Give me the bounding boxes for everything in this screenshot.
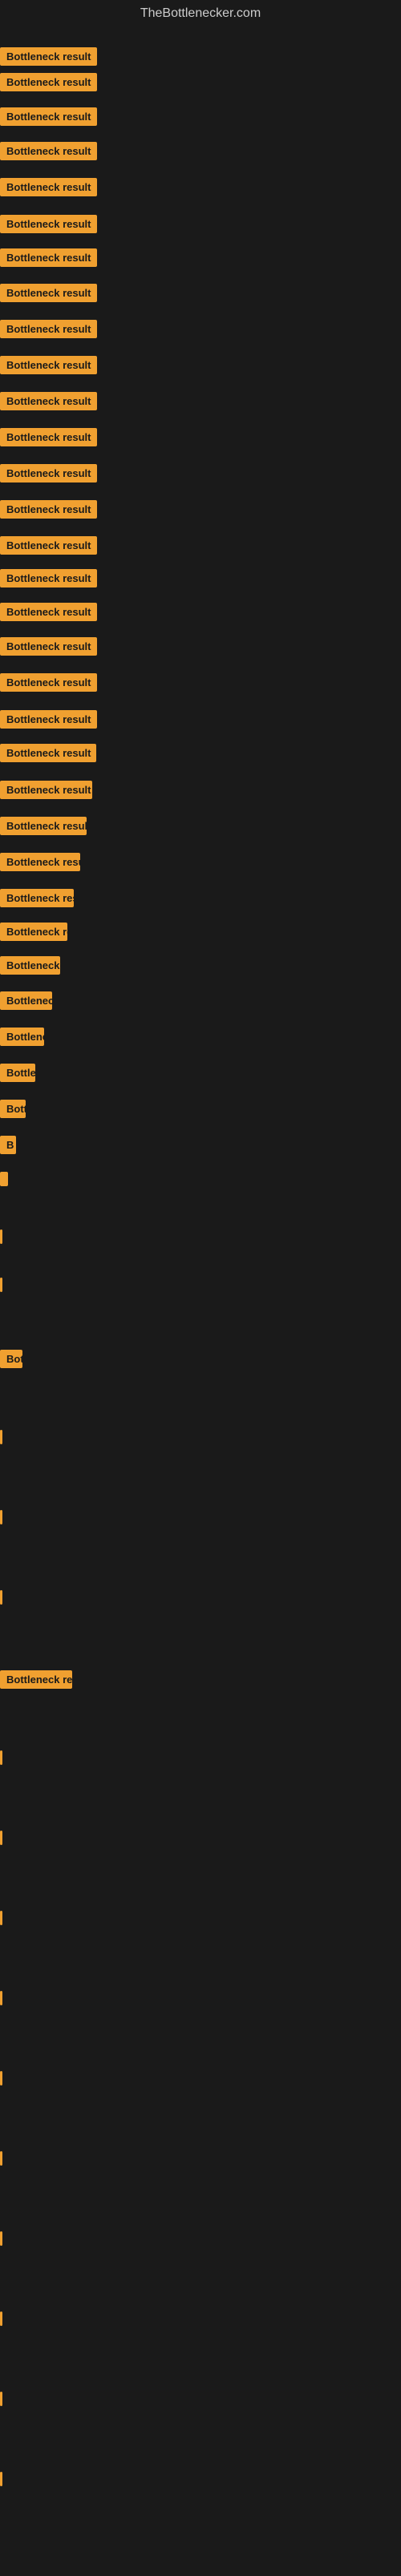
- bottleneck-badge-18: Bottleneck result: [0, 637, 97, 656]
- bottleneck-item-35[interactable]: [0, 1278, 2, 1292]
- bottleneck-badge-29: Bottleneck result: [0, 1028, 44, 1046]
- bottleneck-badge-23: Bottleneck result: [0, 817, 87, 835]
- bottleneck-item-12[interactable]: Bottleneck result: [0, 428, 97, 450]
- bottleneck-item-37[interactable]: [0, 1430, 2, 1444]
- bottleneck-item-47[interactable]: [0, 2231, 2, 2246]
- bottleneck-item-22[interactable]: Bottleneck result: [0, 781, 92, 803]
- bottleneck-badge-9: Bottleneck result: [0, 320, 97, 338]
- bottleneck-item-14[interactable]: Bottleneck result: [0, 500, 97, 523]
- bottleneck-item-19[interactable]: Bottleneck result: [0, 673, 97, 696]
- bottleneck-badge-22: Bottleneck result: [0, 781, 92, 799]
- bottleneck-badge-21: Bottleneck result: [0, 744, 96, 762]
- bottleneck-badge-1: Bottleneck result: [0, 47, 97, 66]
- bottleneck-item-15[interactable]: Bottleneck result: [0, 536, 97, 559]
- site-title: TheBottlenecker.com: [0, 0, 401, 27]
- bottleneck-item-8[interactable]: Bottleneck result: [0, 284, 97, 306]
- bottleneck-badge-13: Bottleneck result: [0, 464, 97, 482]
- bottleneck-item-36[interactable]: Bot: [0, 1350, 22, 1372]
- bottleneck-badge-36: Bot: [0, 1350, 22, 1368]
- bottleneck-item-3[interactable]: Bottleneck result: [0, 107, 97, 130]
- bottleneck-item-1[interactable]: Bottleneck result: [0, 47, 97, 70]
- bottleneck-item-16[interactable]: Bottleneck result: [0, 569, 97, 592]
- bottleneck-badge-30: Bottleneck result: [0, 1064, 35, 1082]
- bottleneck-item-40[interactable]: Bottleneck re: [0, 1670, 72, 1693]
- bottleneck-badge-28: Bottleneck result: [0, 991, 52, 1010]
- bottleneck-item-9[interactable]: Bottleneck result: [0, 320, 97, 342]
- bottleneck-item-18[interactable]: Bottleneck result: [0, 637, 97, 660]
- bottleneck-item-33[interactable]: [0, 1172, 8, 1186]
- bottleneck-badge-4: Bottleneck result: [0, 142, 97, 160]
- bottleneck-badge-40: Bottleneck re: [0, 1670, 72, 1689]
- bottleneck-item-49[interactable]: [0, 2392, 2, 2406]
- bottleneck-badge-11: Bottleneck result: [0, 392, 97, 410]
- bottleneck-item-28[interactable]: Bottleneck result: [0, 991, 52, 1014]
- bottleneck-item-7[interactable]: Bottleneck result: [0, 248, 97, 271]
- bottleneck-item-41[interactable]: [0, 1750, 2, 1765]
- bottleneck-item-34[interactable]: [0, 1229, 2, 1244]
- bottleneck-item-21[interactable]: Bottleneck result: [0, 744, 96, 766]
- bottleneck-item-31[interactable]: Bottleneck result: [0, 1100, 26, 1122]
- bottleneck-item-32[interactable]: B: [0, 1136, 16, 1158]
- bottleneck-item-20[interactable]: Bottleneck result: [0, 710, 97, 733]
- bottleneck-item-38[interactable]: [0, 1510, 2, 1524]
- bottleneck-item-27[interactable]: Bottleneck result: [0, 956, 60, 979]
- bottleneck-item-13[interactable]: Bottleneck result: [0, 464, 97, 487]
- bottleneck-badge-10: Bottleneck result: [0, 356, 97, 374]
- bottleneck-item-46[interactable]: [0, 2151, 2, 2166]
- bottleneck-badge-2: Bottleneck result: [0, 73, 97, 91]
- bottleneck-item-25[interactable]: Bottleneck result: [0, 889, 74, 911]
- bottleneck-badge-32: B: [0, 1136, 16, 1154]
- bottleneck-item-23[interactable]: Bottleneck result: [0, 817, 87, 839]
- bottleneck-badge-3: Bottleneck result: [0, 107, 97, 126]
- bottleneck-badge-15: Bottleneck result: [0, 536, 97, 555]
- bottleneck-badge-12: Bottleneck result: [0, 428, 97, 446]
- bottleneck-badge-26: Bottleneck result: [0, 923, 67, 941]
- bottleneck-badge-20: Bottleneck result: [0, 710, 97, 729]
- bottleneck-badge-27: Bottleneck result: [0, 956, 60, 975]
- bottleneck-item-45[interactable]: [0, 2071, 2, 2085]
- bottleneck-badge-24: Bottleneck result: [0, 853, 80, 871]
- bottleneck-item-29[interactable]: Bottleneck result: [0, 1028, 44, 1050]
- bottleneck-badge-8: Bottleneck result: [0, 284, 97, 302]
- bottleneck-item-5[interactable]: Bottleneck result: [0, 178, 97, 200]
- bottleneck-item-26[interactable]: Bottleneck result: [0, 923, 67, 945]
- bottleneck-badge-16: Bottleneck result: [0, 569, 97, 587]
- bottleneck-badge-7: Bottleneck result: [0, 248, 97, 267]
- bottleneck-badge-31: Bottleneck result: [0, 1100, 26, 1118]
- bottleneck-item-43[interactable]: [0, 1911, 2, 1925]
- bottleneck-item-30[interactable]: Bottleneck result: [0, 1064, 35, 1086]
- bottleneck-item-48[interactable]: [0, 2312, 2, 2326]
- bottleneck-item-42[interactable]: [0, 1831, 2, 1845]
- bottleneck-badge-17: Bottleneck result: [0, 603, 97, 621]
- bottleneck-badge-5: Bottleneck result: [0, 178, 97, 196]
- bottleneck-badge-25: Bottleneck result: [0, 889, 74, 907]
- bottleneck-item-44[interactable]: [0, 1991, 2, 2005]
- bottleneck-item-39[interactable]: [0, 1590, 2, 1605]
- bottleneck-item-50[interactable]: [0, 2472, 2, 2486]
- bottleneck-item-11[interactable]: Bottleneck result: [0, 392, 97, 414]
- bottleneck-item-2[interactable]: Bottleneck result: [0, 73, 97, 95]
- bottleneck-item-24[interactable]: Bottleneck result: [0, 853, 80, 875]
- bottleneck-item-10[interactable]: Bottleneck result: [0, 356, 97, 378]
- bottleneck-item-4[interactable]: Bottleneck result: [0, 142, 97, 164]
- bottleneck-badge-6: Bottleneck result: [0, 215, 97, 233]
- bottleneck-badge-19: Bottleneck result: [0, 673, 97, 692]
- bottleneck-item-6[interactable]: Bottleneck result: [0, 215, 97, 237]
- bottleneck-item-17[interactable]: Bottleneck result: [0, 603, 97, 625]
- bottleneck-badge-14: Bottleneck result: [0, 500, 97, 519]
